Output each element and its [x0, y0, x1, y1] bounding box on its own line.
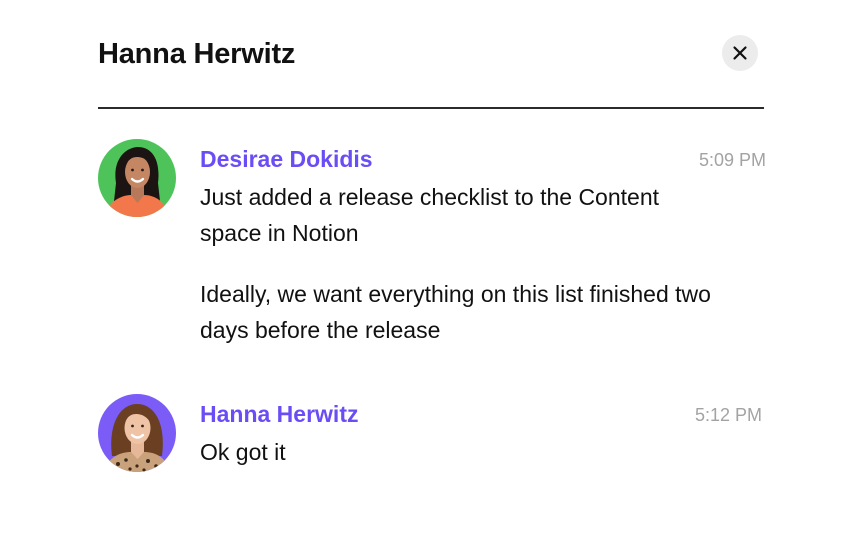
- message-paragraph: Ideally, we want everything on this list…: [200, 281, 711, 343]
- message-body: Just added a release checklist to the Co…: [200, 179, 720, 373]
- header-divider: [98, 107, 764, 109]
- thread-title: Hanna Herwitz: [98, 38, 296, 70]
- sender-name[interactable]: Hanna Herwitz: [200, 399, 358, 429]
- message-body: Ok got it: [200, 434, 720, 495]
- thread-header: Hanna Herwitz: [98, 33, 764, 77]
- message-timestamp: 5:09 PM: [698, 150, 766, 170]
- message-paragraph: Ok got it: [200, 439, 286, 465]
- message-paragraph: Just added a release checklist to the Co…: [200, 184, 660, 246]
- message-timestamp: 5:12 PM: [694, 405, 762, 425]
- close-button[interactable]: [722, 35, 758, 71]
- chat-thread-panel: Hanna Herwitz Desirae Dokidis 5:09 PM Ju…: [0, 0, 864, 540]
- avatar[interactable]: [98, 139, 176, 217]
- sender-name[interactable]: Desirae Dokidis: [200, 144, 373, 174]
- avatar[interactable]: [98, 394, 176, 472]
- close-icon: [733, 46, 747, 60]
